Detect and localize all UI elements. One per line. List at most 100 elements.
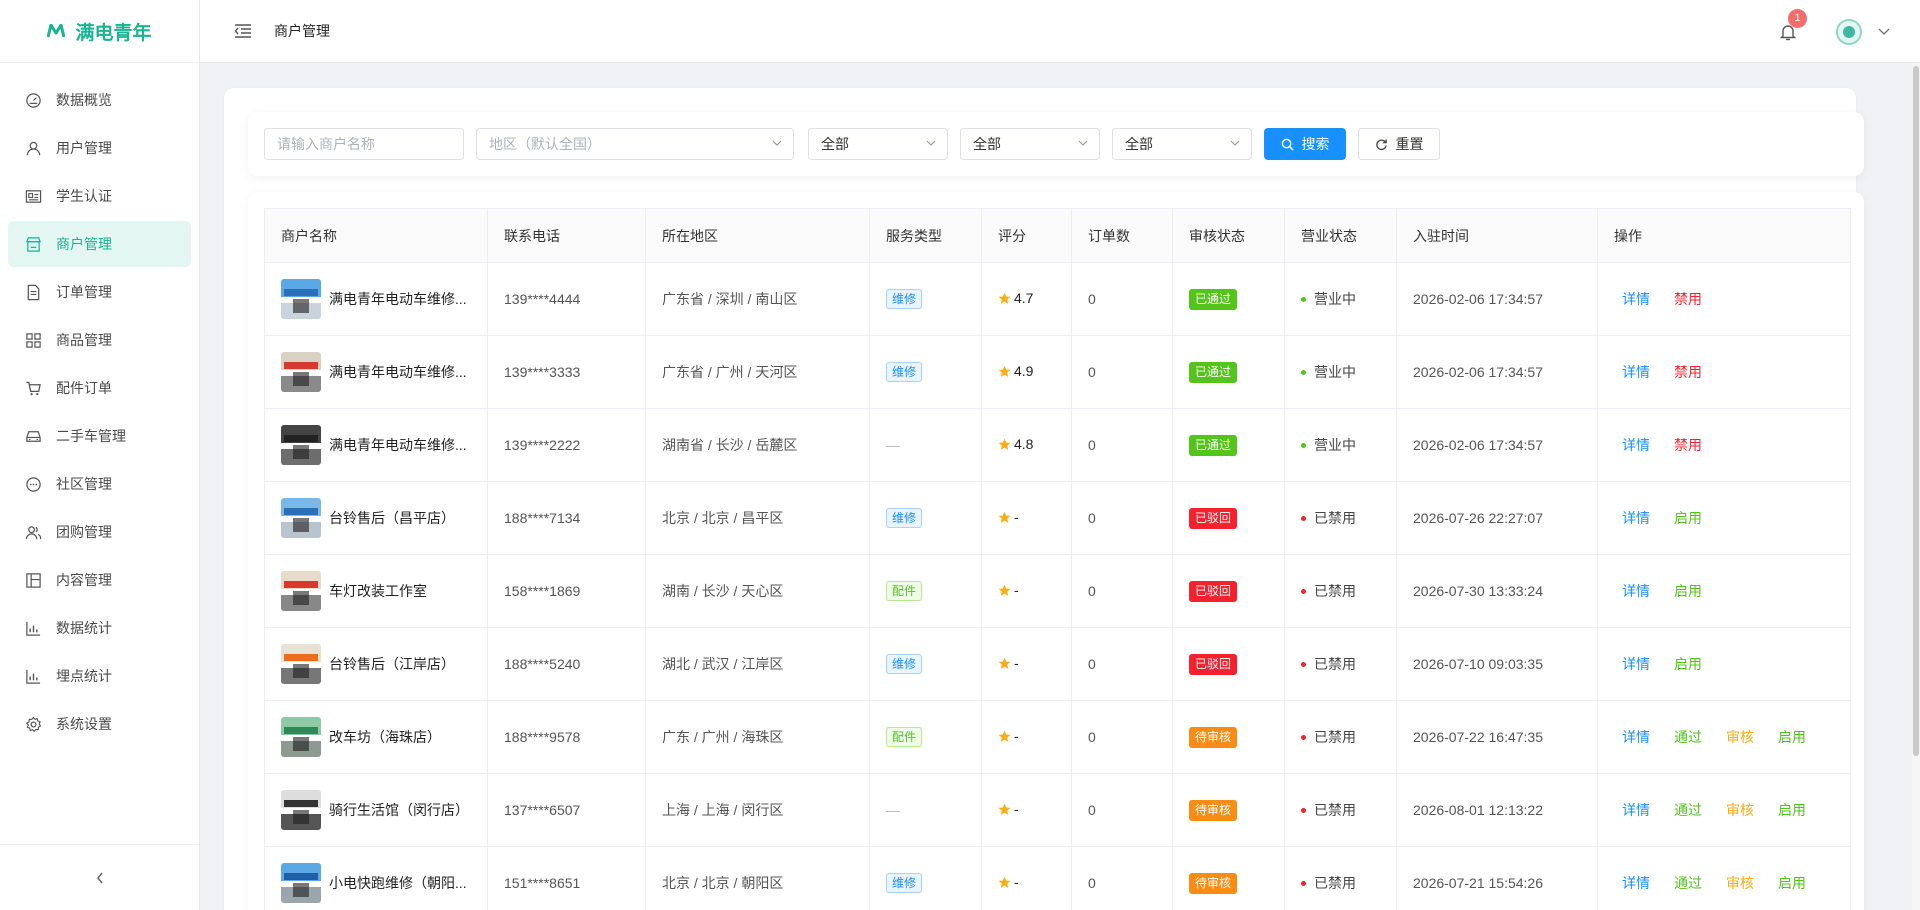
action-link-1[interactable]: 详情 bbox=[1622, 362, 1650, 382]
action-link-2[interactable]: 禁用 bbox=[1674, 289, 1702, 309]
collapse-sidebar-button[interactable] bbox=[0, 844, 199, 910]
action-link-1[interactable]: 详情 bbox=[1622, 654, 1650, 674]
sidebar-item-12[interactable]: 数据统计 bbox=[8, 605, 191, 651]
cell-orders: 0 bbox=[1071, 700, 1173, 774]
merchant-thumbnail[interactable] bbox=[281, 279, 321, 319]
action-link-2[interactable]: 禁用 bbox=[1674, 362, 1702, 382]
merchant-thumbnail[interactable] bbox=[281, 498, 321, 538]
sidebar-item-7[interactable]: 配件订单 bbox=[8, 365, 191, 411]
store-icon bbox=[24, 235, 42, 253]
action-link-1[interactable]: 详情 bbox=[1622, 581, 1650, 601]
star-icon bbox=[998, 365, 1011, 377]
action-link-1[interactable]: 详情 bbox=[1622, 289, 1650, 309]
action-link-2[interactable]: 禁用 bbox=[1674, 435, 1702, 455]
cell-audit: 待审核 bbox=[1172, 846, 1285, 910]
notification-button[interactable]: 1 bbox=[1778, 8, 1807, 42]
sidebar-item-14[interactable]: 系统设置 bbox=[8, 701, 191, 747]
status-dot bbox=[1301, 734, 1306, 740]
cell-time: 2026-07-22 16:47:35 bbox=[1396, 700, 1598, 774]
cell-phone: 188****7134 bbox=[487, 481, 646, 555]
logo[interactable]: 满电青年 bbox=[0, 0, 199, 63]
action-link-1[interactable]: 详情 bbox=[1622, 800, 1650, 820]
cell-business: 营业中 bbox=[1284, 335, 1397, 409]
sidebar-item-11[interactable]: 内容管理 bbox=[8, 557, 191, 603]
merchant-name-input[interactable]: 请输入商户名称 bbox=[264, 128, 464, 160]
reset-button[interactable]: 重置 bbox=[1358, 128, 1440, 160]
action-link-4[interactable]: 启用 bbox=[1778, 873, 1806, 893]
table-row: 车灯改装工作室 158****1869 湖南 / 长沙 / 天心区 配件 - 0 已驳回 已禁… bbox=[264, 554, 1851, 628]
sidebar-item-5[interactable]: 订单管理 bbox=[8, 269, 191, 315]
region-cascader[interactable]: 地区（默认全国） bbox=[476, 128, 794, 160]
action-link-2[interactable]: 通过 bbox=[1674, 800, 1702, 820]
menu-fold-button[interactable] bbox=[234, 22, 252, 40]
search-button[interactable]: 搜索 bbox=[1264, 128, 1346, 160]
sidebar-item-6[interactable]: 商品管理 bbox=[8, 317, 191, 363]
merchant-thumbnail[interactable] bbox=[281, 790, 321, 830]
business-status-select[interactable]: 全部 bbox=[1112, 128, 1252, 160]
cell-audit: 已通过 bbox=[1172, 262, 1285, 336]
action-link-2[interactable]: 启用 bbox=[1674, 654, 1702, 674]
cell-phone: 188****5240 bbox=[487, 627, 646, 701]
sidebar-item-3[interactable]: 学生认证 bbox=[8, 173, 191, 219]
sidebar-item-1[interactable]: 数据概览 bbox=[8, 77, 191, 123]
table-row: 骑行生活馆（闵行店） 137****6507 上海 / 上海 / 闵行区 — - 0 待审核… bbox=[264, 773, 1851, 847]
action-link-3[interactable]: 审核 bbox=[1726, 727, 1754, 747]
cell-actions: 详情 禁用 bbox=[1597, 408, 1851, 482]
sidebar-item-9[interactable]: 社区管理 bbox=[8, 461, 191, 507]
action-link-2[interactable]: 通过 bbox=[1674, 727, 1702, 747]
merchant-thumbnail[interactable] bbox=[281, 644, 321, 684]
business-status: 已禁用 bbox=[1314, 729, 1356, 746]
action-link-1[interactable]: 详情 bbox=[1622, 508, 1650, 528]
merchant-thumbnail[interactable] bbox=[281, 717, 321, 757]
business-status: 已禁用 bbox=[1314, 583, 1356, 600]
row-actions: 详情 启用 bbox=[1614, 581, 1850, 601]
service-type-empty: — bbox=[886, 437, 900, 453]
action-link-1[interactable]: 详情 bbox=[1622, 727, 1650, 747]
star-icon bbox=[998, 292, 1011, 304]
sidebar-item-2[interactable]: 用户管理 bbox=[8, 125, 191, 171]
column-header: 联系电话 bbox=[487, 208, 646, 263]
cell-orders: 0 bbox=[1071, 408, 1173, 482]
action-link-1[interactable]: 详情 bbox=[1622, 435, 1650, 455]
merchant-thumbnail[interactable] bbox=[281, 352, 321, 392]
action-link-1[interactable]: 详情 bbox=[1622, 873, 1650, 893]
cell-rating: - bbox=[981, 627, 1072, 701]
action-link-3[interactable]: 审核 bbox=[1726, 800, 1754, 820]
merchant-thumbnail[interactable] bbox=[281, 571, 321, 611]
user-menu[interactable] bbox=[1836, 18, 1890, 45]
action-link-2[interactable]: 启用 bbox=[1674, 508, 1702, 528]
sidebar-item-8[interactable]: 二手车管理 bbox=[8, 413, 191, 459]
table-row: 满电青年电动车维修... 139****3333 广东省 / 广州 / 天河区 维修 4… bbox=[264, 335, 1851, 409]
action-link-2[interactable]: 通过 bbox=[1674, 873, 1702, 893]
chevron-down-icon bbox=[1230, 140, 1240, 146]
row-actions: 详情 禁用 bbox=[1614, 435, 1850, 455]
scrollbar-thumb[interactable] bbox=[1913, 66, 1919, 756]
merchant-thumbnail[interactable] bbox=[281, 425, 321, 465]
cell-merchant: 骑行生活馆（闵行店） bbox=[264, 773, 488, 847]
audit-status-badge: 已驳回 bbox=[1189, 580, 1238, 602]
cell-rating: 4.7 bbox=[981, 262, 1072, 336]
action-link-3[interactable]: 审核 bbox=[1726, 873, 1754, 893]
merchant-name: 台铃售后（江岸店） bbox=[329, 656, 455, 672]
merchant-thumbnail[interactable] bbox=[281, 863, 321, 903]
avatar[interactable] bbox=[1836, 18, 1862, 45]
cart-icon bbox=[24, 379, 42, 397]
rating-value: - bbox=[1014, 874, 1019, 891]
sidebar-item-13[interactable]: 埋点统计 bbox=[8, 653, 191, 699]
action-link-2[interactable]: 启用 bbox=[1674, 581, 1702, 601]
service-type-select[interactable]: 全部 bbox=[808, 128, 948, 160]
action-link-4[interactable]: 启用 bbox=[1778, 727, 1806, 747]
row-actions: 详情 通过 审核 启用 bbox=[1614, 873, 1850, 893]
sidebar-item-10[interactable]: 团购管理 bbox=[8, 509, 191, 555]
sidebar-item-4[interactable]: 商户管理 bbox=[8, 221, 191, 267]
action-link-4[interactable]: 启用 bbox=[1778, 800, 1806, 820]
sidebar-menu: 数据概览 用户管理 学生认证 商户管理 订单管理 商品管理 配件订单 二手车管理 社区管理 团购管… bbox=[0, 63, 199, 747]
audit-status-badge: 已通过 bbox=[1189, 434, 1238, 456]
cell-region: 北京 / 北京 / 昌平区 bbox=[645, 481, 870, 555]
sidebar: 满电青年 数据概览 用户管理 学生认证 商户管理 订单管理 商品管理 配件订单 二手车管理 社区… bbox=[0, 0, 200, 910]
row-actions: 详情 禁用 bbox=[1614, 289, 1850, 309]
audit-status-select[interactable]: 全部 bbox=[960, 128, 1100, 160]
business-status: 已禁用 bbox=[1314, 510, 1356, 527]
cell-orders: 0 bbox=[1071, 627, 1173, 701]
audit-status-badge: 已通过 bbox=[1189, 361, 1238, 383]
